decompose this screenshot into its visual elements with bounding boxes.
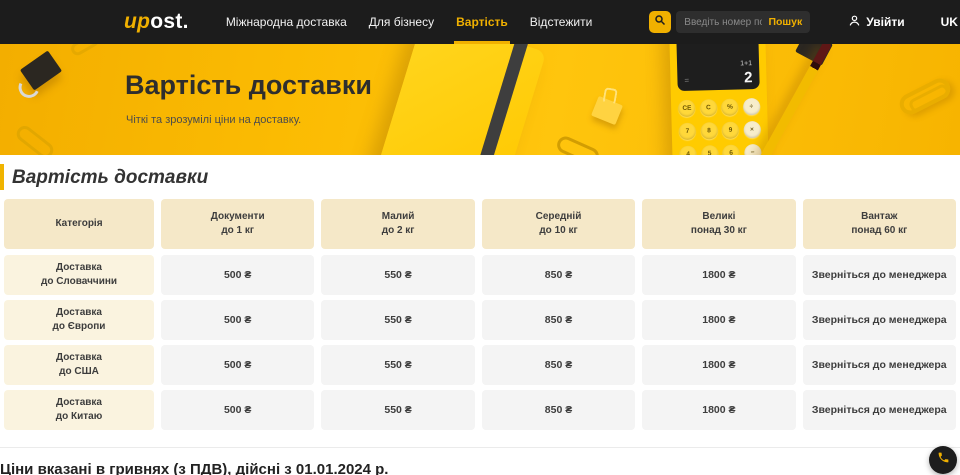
phone-icon [937, 451, 950, 469]
price-cell: 500 ₴ [161, 345, 314, 385]
price-cell: 1800 ₴ [642, 255, 795, 295]
calc-button: 5 [701, 145, 718, 155]
row-category: Доставкадо Словаччини [4, 255, 154, 295]
language-code: UK [941, 15, 958, 29]
calc-button: ÷ [743, 98, 760, 115]
top-navbar: upost. Міжнародна доставка Для бізнесу В… [0, 0, 960, 44]
calc-button: 7 [679, 123, 696, 140]
login-label: Увійти [866, 15, 904, 29]
hero-subtitle: Чіткі та зрозумілі ціни на доставку. [126, 114, 301, 126]
logo-rest: ost. [150, 10, 189, 33]
calc-button: 9 [722, 121, 739, 138]
paperclip-decoration [14, 123, 57, 155]
price-cell: 850 ₴ [482, 300, 635, 340]
header-large: Великіпонад 30 кг [642, 199, 795, 249]
login-button[interactable]: Увійти [848, 14, 904, 30]
footer: Ціни вказані в гривнях (з ПДВ), дійсні з… [0, 447, 960, 475]
binder-clip-decoration [20, 51, 62, 91]
search-icon-button[interactable] [649, 11, 671, 33]
table-row-slovakia: Доставкадо Словаччини 500 ₴ 550 ₴ 850 ₴ … [4, 255, 956, 295]
price-cell: Зверніться до менеджера [803, 345, 956, 385]
price-cell: 850 ₴ [482, 255, 635, 295]
nav-item-tracking[interactable]: Відстежити [519, 0, 604, 44]
user-icon [848, 14, 861, 30]
nav-item-business[interactable]: Для бізнесу [358, 0, 445, 44]
price-cell: 500 ₴ [161, 255, 314, 295]
nav-item-pricing[interactable]: Вартість [445, 0, 519, 44]
page-title: Вартість доставки [12, 167, 960, 189]
calc-button: − [744, 144, 761, 155]
table-row-usa: Доставкадо США 500 ₴ 550 ₴ 850 ₴ 1800 ₴ … [4, 345, 956, 385]
calculator-keypad: CE C % ÷ 7 8 9 × 4 5 6 − 1 2 3 + % 0 . = [678, 98, 763, 155]
price-table: Категорія Документидо 1 кг Малийдо 2 кг … [4, 199, 956, 430]
notebook-band [468, 44, 528, 155]
calc-button: % [721, 98, 738, 115]
search-icon [654, 13, 666, 31]
paperclip-decoration [554, 134, 601, 155]
table-row-europe: Доставкадо Європи 500 ₴ 550 ₴ 850 ₴ 1800… [4, 300, 956, 340]
row-category: Доставкадо Європи [4, 300, 154, 340]
calc-button: × [743, 121, 760, 138]
language-selector[interactable]: UK [941, 15, 960, 29]
yellow-binder-clip-decoration [591, 96, 623, 125]
price-cell: Зверніться до менеджера [803, 255, 956, 295]
search-submit-button[interactable]: Пошук [768, 16, 802, 28]
price-cell: 550 ₴ [321, 345, 474, 385]
price-cell: 550 ₴ [321, 300, 474, 340]
calculator-result: 2 [744, 69, 753, 86]
paperclip-decoration [896, 75, 954, 118]
calc-button: 8 [700, 122, 717, 139]
search-box: Пошук [676, 11, 810, 33]
hero-title: Вартість доставки [125, 70, 372, 101]
calculator-screen: 1+1 = 2 [675, 44, 759, 91]
table-header-row: Категорія Документидо 1 кг Малийдо 2 кг … [4, 199, 956, 249]
paperclip-decoration [69, 44, 101, 58]
call-button[interactable] [929, 446, 957, 474]
price-disclaimer: Ціни вказані в гривнях (з ПДВ), дійсні з… [0, 461, 960, 475]
price-cell: 1800 ₴ [642, 345, 795, 385]
price-cell: Зверніться до менеджера [803, 300, 956, 340]
calc-button: CE [678, 100, 695, 117]
header-medium: Середнійдо 10 кг [482, 199, 635, 249]
logo-accent: up [124, 10, 150, 33]
tracking-search: Пошук [649, 11, 810, 33]
header-category: Категорія [4, 199, 154, 249]
calculator-decoration: 1+1 = 2 CE C % ÷ 7 8 9 × 4 5 6 − 1 2 3 +… [668, 44, 770, 155]
price-cell: 500 ₴ [161, 300, 314, 340]
price-cell: 550 ₴ [321, 390, 474, 430]
notebook-decoration [378, 44, 547, 155]
row-category: Доставкадо США [4, 345, 154, 385]
table-row-china: Доставкадо Китаю 500 ₴ 550 ₴ 850 ₴ 1800 … [4, 390, 956, 430]
section-header: Вартість доставки [0, 155, 960, 199]
calculator-expression: 1+1 [740, 60, 752, 67]
price-cell: Зверніться до менеджера [803, 390, 956, 430]
calc-button: C [700, 99, 717, 116]
price-cell: 1800 ₴ [642, 300, 795, 340]
header-cargo: Вантажпонад 60 кг [803, 199, 956, 249]
nav-item-international[interactable]: Міжнародна доставка [215, 0, 358, 44]
price-cell: 500 ₴ [161, 390, 314, 430]
header-documents: Документидо 1 кг [161, 199, 314, 249]
main-menu: Міжнародна доставка Для бізнесу Вартість… [215, 0, 603, 44]
price-cell: 1800 ₴ [642, 390, 795, 430]
hero-banner: 1+1 = 2 CE C % ÷ 7 8 9 × 4 5 6 − 1 2 3 +… [0, 44, 960, 155]
calculator-equals: = [684, 76, 689, 85]
header-small: Малийдо 2 кг [321, 199, 474, 249]
price-cell: 850 ₴ [482, 345, 635, 385]
calc-button: 6 [722, 144, 739, 155]
row-category: Доставкадо Китаю [4, 390, 154, 430]
price-cell: 550 ₴ [321, 255, 474, 295]
logo[interactable]: upost. [124, 10, 189, 34]
price-cell: 850 ₴ [482, 390, 635, 430]
parcel-number-input[interactable] [684, 17, 762, 28]
title-accent-bar [0, 164, 4, 190]
calc-button: 4 [679, 146, 696, 155]
